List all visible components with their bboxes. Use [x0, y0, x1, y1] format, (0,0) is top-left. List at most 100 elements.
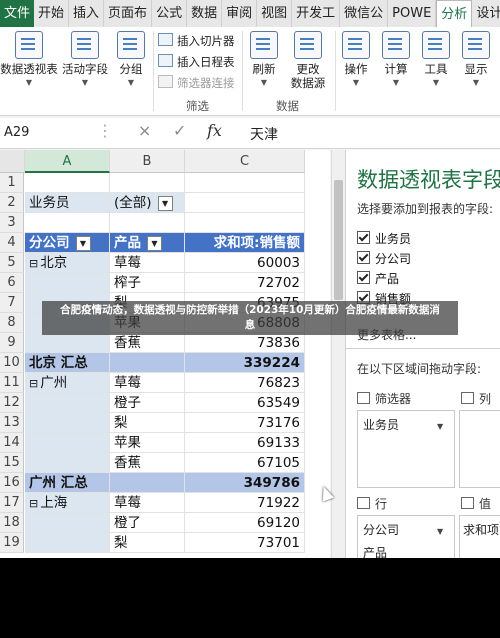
cell-b[interactable]	[110, 213, 185, 233]
value-item-sum[interactable]: 求和项	[463, 521, 499, 538]
field-item[interactable]: 产品	[357, 270, 399, 287]
actions-button[interactable]: 操作 ▼	[338, 31, 374, 90]
tab-9[interactable]: 微信公	[340, 0, 389, 27]
cell-c[interactable]: 60003	[185, 253, 305, 273]
cell-a[interactable]	[25, 213, 110, 233]
field-checkbox[interactable]	[357, 271, 370, 284]
cell-a[interactable]: 北京 汇总	[25, 353, 110, 373]
insert-function-icon[interactable]: fx	[207, 121, 222, 140]
cell-a[interactable]: ⊟ 北京	[25, 253, 110, 273]
cell-c[interactable]: 求和项:销售额	[185, 233, 305, 253]
cell-c[interactable]: 69120	[185, 513, 305, 533]
cell-c[interactable]: 63549	[185, 393, 305, 413]
cell-c[interactable]	[185, 193, 305, 213]
cell-c[interactable]: 69133	[185, 433, 305, 453]
row-header[interactable]: 18	[0, 513, 24, 533]
cell-b[interactable]: 草莓	[110, 253, 185, 273]
scrollbar-thumb[interactable]	[334, 180, 343, 300]
cell-c[interactable]: 71922	[185, 493, 305, 513]
tools-button[interactable]: 工具 ▼	[418, 31, 454, 90]
cell-a[interactable]	[25, 273, 110, 293]
chevron-down-icon[interactable]: ▼	[437, 422, 443, 431]
field-item[interactable]: 分公司	[357, 250, 411, 267]
tab-4[interactable]: 公式	[152, 0, 188, 27]
cell-b[interactable]: 橙子	[110, 393, 185, 413]
cell-a[interactable]: 分公司 ▼	[25, 233, 110, 253]
row-header[interactable]: 7	[0, 293, 24, 313]
row-item-product[interactable]: 产品	[363, 544, 387, 558]
cell-a[interactable]: 广州 汇总	[25, 473, 110, 493]
show-button[interactable]: 显示 ▼	[458, 31, 494, 90]
cell-a[interactable]	[25, 433, 110, 453]
cell-b[interactable]: 梨	[110, 413, 185, 433]
cell-b[interactable]: (全部) ▼	[110, 193, 185, 213]
cell-a[interactable]	[25, 413, 110, 433]
cell-c[interactable]: 76823	[185, 373, 305, 393]
insert-timeline-button[interactable]: 插入日程表	[158, 54, 235, 70]
row-header[interactable]: 3	[0, 213, 24, 233]
filter-item-salesperson[interactable]: 业务员 ▼	[363, 416, 443, 433]
cancel-icon[interactable]: ×	[138, 121, 151, 140]
cell-a[interactable]	[25, 513, 110, 533]
insert-slicer-button[interactable]: 插入切片器	[158, 33, 235, 49]
select-all-corner[interactable]	[0, 150, 25, 173]
columns-zone[interactable]	[459, 410, 500, 488]
collapse-icon[interactable]: ⊟	[29, 257, 38, 270]
cell-b[interactable]: 苹果	[110, 433, 185, 453]
cell-a[interactable]	[25, 533, 110, 553]
cell-b[interactable]: 梨	[110, 533, 185, 553]
cell-a[interactable]: 业务员	[25, 193, 110, 213]
calculations-button[interactable]: 计算 ▼	[378, 31, 414, 90]
filter-connections-button[interactable]: 筛选器连接	[158, 75, 235, 91]
tab-2[interactable]: 插入	[69, 0, 105, 27]
row-header[interactable]: 15	[0, 453, 24, 473]
cell-b[interactable]	[110, 473, 185, 493]
active-field-button[interactable]: 活动字段 ▼	[60, 31, 110, 90]
cell-c[interactable]: 339224	[185, 353, 305, 373]
change-source-button[interactable]: 更改 数据源	[284, 31, 332, 90]
row-header[interactable]: 8	[0, 313, 24, 333]
row-header[interactable]: 12	[0, 393, 24, 413]
row-header[interactable]: 16	[0, 473, 24, 493]
tab-3[interactable]: 页面布	[104, 0, 153, 27]
row-header[interactable]: 11	[0, 373, 24, 393]
cell-a[interactable]	[25, 333, 110, 353]
formula-input[interactable]: 天津	[250, 124, 278, 144]
row-item-branch[interactable]: 分公司 ▼	[363, 521, 443, 538]
field-checkbox[interactable]	[357, 251, 370, 264]
tab-0[interactable]: 文件	[0, 0, 35, 27]
row-header[interactable]: 17	[0, 493, 24, 513]
row-header[interactable]: 13	[0, 413, 24, 433]
tab-5[interactable]: 数据	[187, 0, 223, 27]
cell-b[interactable]: 香蕉	[110, 333, 185, 353]
pivottable-button[interactable]: 数据透视表 ▼	[0, 31, 58, 90]
cell-b[interactable]: 草莓	[110, 373, 185, 393]
tab-6[interactable]: 审阅	[222, 0, 258, 27]
tab-10[interactable]: POWE	[388, 0, 437, 27]
cell-a[interactable]	[25, 393, 110, 413]
row-header[interactable]: 19	[0, 533, 24, 553]
cell-c[interactable]: 72702	[185, 273, 305, 293]
enter-icon[interactable]: ✓	[173, 121, 186, 140]
cell-c[interactable]: 73836	[185, 333, 305, 353]
filter-dropdown-icon[interactable]: ▼	[147, 236, 162, 251]
cell-b[interactable]: 榨子	[110, 273, 185, 293]
collapse-icon[interactable]: ⊟	[29, 377, 38, 390]
name-box[interactable]: A29	[0, 122, 100, 144]
column-header-a[interactable]: A	[25, 150, 110, 173]
tab-12[interactable]: 设计	[472, 0, 500, 27]
cell-c[interactable]	[185, 213, 305, 233]
chevron-down-icon[interactable]: ▼	[437, 527, 443, 536]
cell-a[interactable]	[25, 453, 110, 473]
row-header[interactable]: 6	[0, 273, 24, 293]
tab-7[interactable]: 视图	[257, 0, 293, 27]
cell-b[interactable]: 橙了	[110, 513, 185, 533]
tab-8[interactable]: 开发工	[292, 0, 341, 27]
cell-b[interactable]	[110, 173, 185, 193]
cell-c[interactable]: 67105	[185, 453, 305, 473]
row-header[interactable]: 9	[0, 333, 24, 353]
cell-c[interactable]: 73701	[185, 533, 305, 553]
cell-a[interactable]	[25, 173, 110, 193]
cell-a[interactable]: ⊟ 广州	[25, 373, 110, 393]
cell-b[interactable]	[110, 353, 185, 373]
